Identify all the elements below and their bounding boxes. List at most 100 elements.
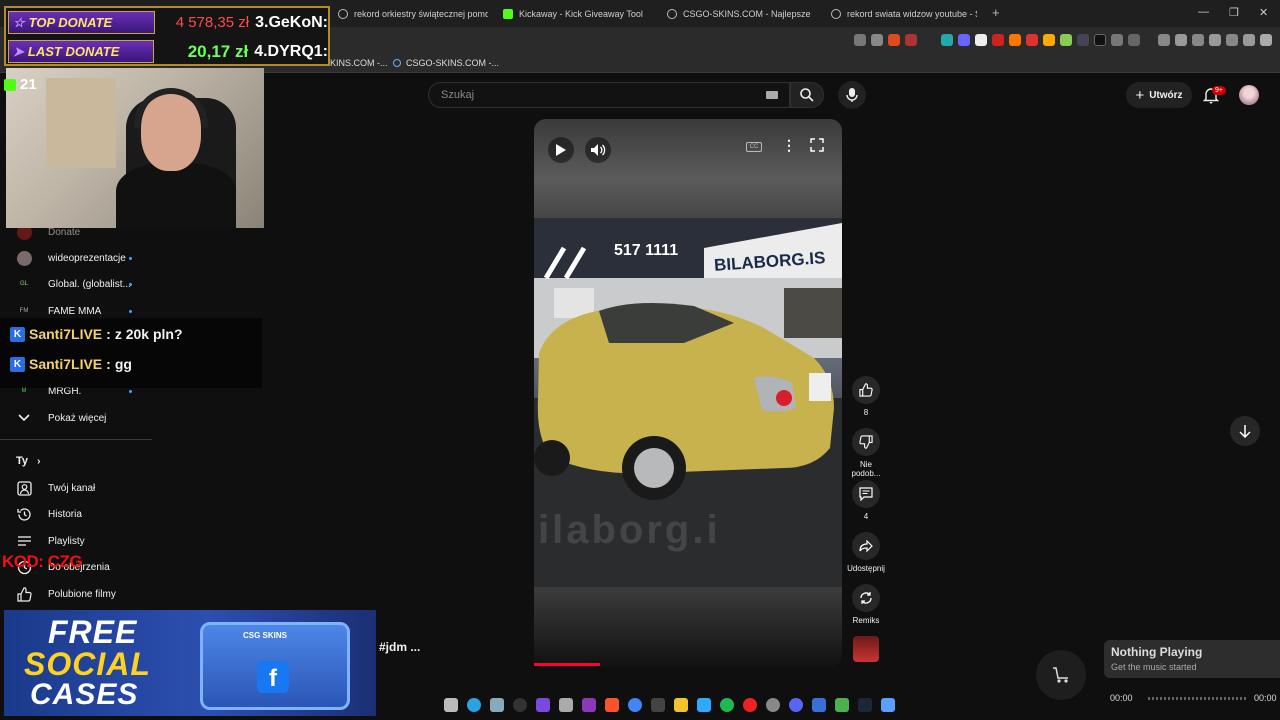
app-blue-icon[interactable] [812, 698, 826, 712]
last-donate-name: 4.DYRQ1: [254, 42, 328, 60]
steam-icon[interactable] [858, 698, 872, 712]
dislike-button[interactable]: Nie podob... [846, 428, 886, 478]
brave-icon[interactable] [605, 698, 619, 712]
taskview-icon[interactable] [444, 698, 458, 712]
app-x-icon[interactable] [582, 698, 596, 712]
photoshop-icon[interactable] [697, 698, 711, 712]
sidebar-show-more[interactable]: Pokaż więcej [0, 407, 152, 429]
sidebar-sub-global[interactable]: GL Global. (globalist... [0, 273, 152, 295]
share-icon[interactable] [871, 34, 883, 46]
play-button[interactable] [548, 137, 574, 163]
tab-kickaway[interactable]: Kickaway - Kick Giveaway Tool [503, 3, 653, 25]
close-icon[interactable]: ✕ [1259, 6, 1268, 19]
extension-k-icon[interactable] [1077, 34, 1089, 46]
extension-red-icon[interactable] [1026, 34, 1038, 46]
media-control-icon[interactable] [1158, 34, 1170, 46]
settings-icon[interactable] [1243, 34, 1255, 46]
music-progress-bar[interactable] [1148, 697, 1246, 700]
video-progress-bar[interactable] [534, 663, 600, 666]
app-grey-icon[interactable] [766, 698, 780, 712]
channel-avatar-icon [16, 250, 32, 266]
minecraft-icon[interactable] [835, 698, 849, 712]
wallet-icon[interactable] [1192, 34, 1204, 46]
app-icon[interactable] [513, 698, 527, 712]
extension-yellow-icon[interactable] [1043, 34, 1055, 46]
sidebar-item-playlists[interactable]: Playlisty [0, 530, 152, 552]
vpn-icon[interactable] [905, 34, 917, 46]
search-button[interactable] [790, 82, 824, 108]
app-red-icon[interactable] [743, 698, 757, 712]
folder-icon[interactable] [674, 698, 688, 712]
sidebar-item-liked-videos[interactable]: Polubione filmy [0, 583, 152, 605]
sign-text: 517 1111 [614, 242, 679, 259]
brave-icon[interactable] [888, 34, 900, 46]
volume-button[interactable] [585, 137, 611, 163]
kick-badge-icon: K [10, 326, 25, 342]
extension-orange-icon[interactable] [1009, 34, 1021, 46]
ai-icon[interactable] [1226, 34, 1238, 46]
fullscreen-icon[interactable] [810, 138, 824, 152]
avatar[interactable] [1239, 85, 1259, 105]
menu-icon[interactable] [1260, 34, 1272, 46]
sidebar-item-label: Twój kanał [48, 482, 96, 494]
captions-icon[interactable]: CC [746, 142, 762, 152]
extension-diamond-icon[interactable] [975, 34, 987, 46]
extension-ublock-icon[interactable] [992, 34, 1004, 46]
more-icon[interactable]: ⋮ [782, 137, 796, 154]
like-count: 8 [863, 408, 869, 417]
screenshot-icon[interactable] [1128, 34, 1140, 46]
sidebar-item-label: Playlisty [48, 535, 85, 547]
discord-icon[interactable] [789, 698, 803, 712]
next-short-button[interactable] [1230, 416, 1260, 446]
tab-csgo-skins[interactable]: CSGO-SKINS.COM - Najlepsze Skrzy [667, 3, 813, 25]
bookmark-item[interactable]: CSGO-SKINS.COM -... [393, 58, 499, 68]
keyboard-icon[interactable] [766, 91, 778, 99]
tab-google-search-2[interactable]: rekord swiata widzow youtube - Szuk [831, 3, 977, 25]
remix-button[interactable]: Remiks [846, 584, 886, 625]
playlist-icon [16, 533, 32, 549]
sidebar-sub-wideoprezentacje[interactable]: wideoprezentacje [0, 247, 152, 269]
cast-icon[interactable] [854, 34, 866, 46]
spotify-icon[interactable] [720, 698, 734, 712]
extension-wing-icon[interactable] [958, 34, 970, 46]
obs-icon[interactable] [559, 698, 573, 712]
app-light-icon[interactable] [881, 698, 895, 712]
extension-ext-icon[interactable] [1094, 34, 1106, 46]
new-tab-button[interactable]: + [992, 5, 1000, 20]
chat-text: z 20k pln? [114, 326, 183, 342]
extension-sk-icon[interactable] [941, 34, 953, 46]
show-more-label: Pokaż więcej [48, 412, 107, 424]
sidebar-item-label: Historia [48, 508, 82, 520]
puzzle-icon[interactable] [1111, 34, 1123, 46]
comments-button[interactable]: 4 [846, 480, 886, 521]
chrome-icon[interactable] [628, 698, 642, 712]
video-title[interactable]: #jdm ... [379, 640, 420, 654]
telegram-icon[interactable] [467, 698, 481, 712]
extension-green-icon[interactable] [1060, 34, 1072, 46]
search-input[interactable]: Szukaj [428, 82, 790, 108]
music-cart-button[interactable] [1036, 650, 1086, 700]
sidebar-item-your-channel[interactable]: Twój kanał [0, 477, 152, 499]
app-purple-icon[interactable] [536, 698, 550, 712]
downloads-icon[interactable] [1209, 34, 1221, 46]
create-button[interactable]: + Utwórz [1126, 82, 1192, 108]
restore-icon[interactable]: ❐ [1229, 6, 1239, 19]
facebook-icon: f [257, 661, 289, 693]
camera-icon[interactable] [490, 698, 504, 712]
sidebar-item-history[interactable]: Historia [0, 503, 152, 525]
sidebar-you-header[interactable]: Ty › [16, 455, 40, 467]
promo-code: KOD: CZG [2, 552, 83, 571]
sidebar-icon[interactable] [1175, 34, 1187, 46]
sidebar-sub-label: wideoprezentacje [48, 252, 126, 264]
like-button[interactable]: 8 [846, 376, 886, 417]
tab-title: Kickaway - Kick Giveaway Tool [519, 9, 643, 19]
bookmark-item[interactable]: KINS.COM -... [330, 58, 388, 68]
tab-google-search-1[interactable]: rekord orkiestry świątecznej pomocy [338, 3, 488, 25]
voice-search-button[interactable] [838, 81, 866, 109]
sound-thumbnail[interactable] [853, 636, 879, 662]
share-button[interactable]: Udostępnij [846, 532, 886, 573]
music-widget[interactable]: Nothing Playing Get the music started [1104, 640, 1280, 678]
minimize-icon[interactable]: — [1198, 6, 1209, 18]
app-dark-icon[interactable] [651, 698, 665, 712]
shorts-player[interactable]: 517 1111 BILABORG.IS ilaborg.i CC ⋮ [534, 119, 842, 667]
